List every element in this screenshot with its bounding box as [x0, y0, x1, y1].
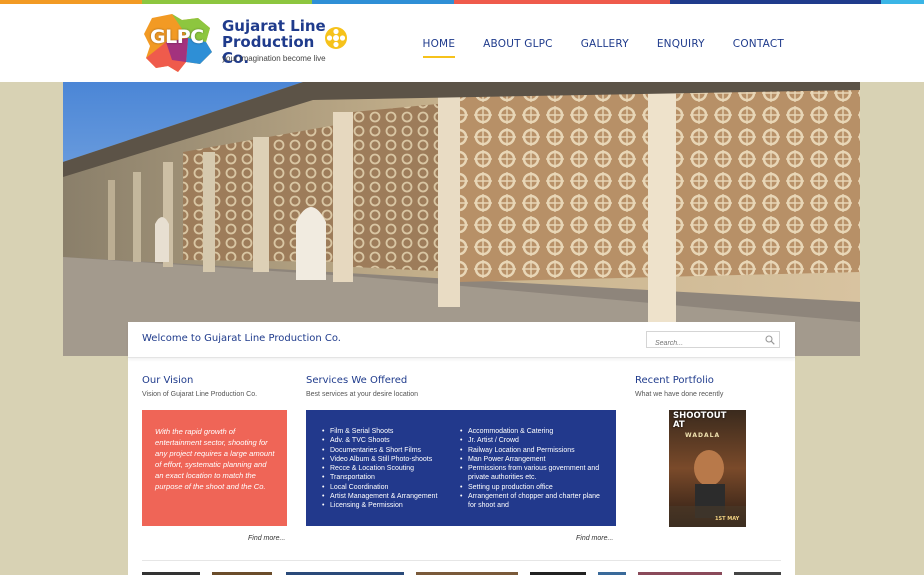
logo-tagline: your imagination become live	[222, 54, 326, 63]
vision-subtitle: Vision of Gujarat Line Production Co.	[142, 391, 258, 398]
services-subtitle: Best services at your desire location	[306, 391, 419, 398]
vision-find-more-link[interactable]: Find more...	[248, 535, 285, 542]
list-item: Permissions from various government and …	[460, 464, 605, 483]
poster-subtitle: WADALA	[685, 432, 721, 439]
nav-contact[interactable]: CONTACT	[733, 38, 784, 50]
list-item: Local Coordination	[322, 483, 457, 493]
nav-gallery[interactable]: GALLERY	[581, 38, 629, 50]
nav-enquiry[interactable]: ENQUIRY	[657, 38, 705, 50]
nav-about[interactable]: ABOUT GLPC	[483, 38, 553, 50]
list-item: Arrangement of chopper and charter plane…	[460, 492, 605, 511]
list-item: Licensing & Permission	[322, 501, 457, 511]
list-item: Setting up production office	[460, 483, 605, 493]
list-item: Accommodation & Catering	[460, 427, 605, 437]
portfolio-poster[interactable]: SHOOTOUT AT WADALA 1ST MAY	[669, 410, 746, 527]
services-find-more-link[interactable]: Find more...	[576, 535, 613, 542]
film-reel-icon	[325, 27, 347, 49]
list-item: Transportation	[322, 473, 457, 483]
section-divider	[142, 560, 781, 561]
search-input[interactable]	[647, 336, 757, 351]
poster-date: 1ST MAY	[715, 516, 740, 522]
main-nav: HOME ABOUT GLPC GALLERY ENQUIRY CONTACT	[395, 38, 785, 58]
list-item: Man Power Arrangement	[460, 455, 605, 465]
hero-banner-image	[63, 82, 860, 356]
list-item: Railway Location and Permissions	[460, 446, 605, 456]
portfolio-subtitle: What we have done recently	[635, 391, 724, 398]
list-item: Film & Serial Shoots	[322, 427, 457, 437]
services-title: Services We Offered	[306, 375, 408, 386]
site-logo[interactable]: GLPC Gujarat Line Production Co. your im…	[142, 12, 362, 76]
search-box	[646, 331, 780, 351]
poster-title: SHOOTOUT AT	[673, 411, 727, 430]
services-box: Film & Serial Shoots Adv. & TVC Shoots D…	[306, 410, 616, 526]
list-item: Documentaries & Short Films	[322, 446, 457, 456]
list-item: Artist Management & Arrangement	[322, 492, 457, 502]
main-content-panel: Welcome to Gujarat Line Production Co. O…	[128, 322, 795, 575]
site-header: GLPC Gujarat Line Production Co. your im…	[0, 4, 924, 82]
vision-title: Our Vision	[142, 375, 194, 386]
portfolio-title: Recent Portfolio	[635, 375, 714, 386]
search-icon[interactable]	[765, 335, 775, 345]
list-item: Adv. & TVC Shoots	[322, 436, 457, 446]
welcome-heading: Welcome to Gujarat Line Production Co.	[142, 333, 341, 344]
list-item: Recce & Location Scouting	[322, 464, 457, 474]
vision-text: With the rapid growth of entertainment s…	[155, 427, 275, 492]
list-item: Video Album & Still Photo-shoots	[322, 455, 457, 465]
nav-home[interactable]: HOME	[422, 38, 456, 58]
welcome-bar: Welcome to Gujarat Line Production Co.	[128, 322, 795, 358]
vision-box: With the rapid growth of entertainment s…	[142, 410, 287, 526]
logo-mark-text: GLPC	[150, 26, 204, 48]
services-list-left: Film & Serial Shoots Adv. & TVC Shoots D…	[322, 427, 457, 511]
services-list-right: Accommodation & Catering Jr. Artist / Cr…	[460, 427, 605, 511]
list-item: Jr. Artist / Crowd	[460, 436, 605, 446]
